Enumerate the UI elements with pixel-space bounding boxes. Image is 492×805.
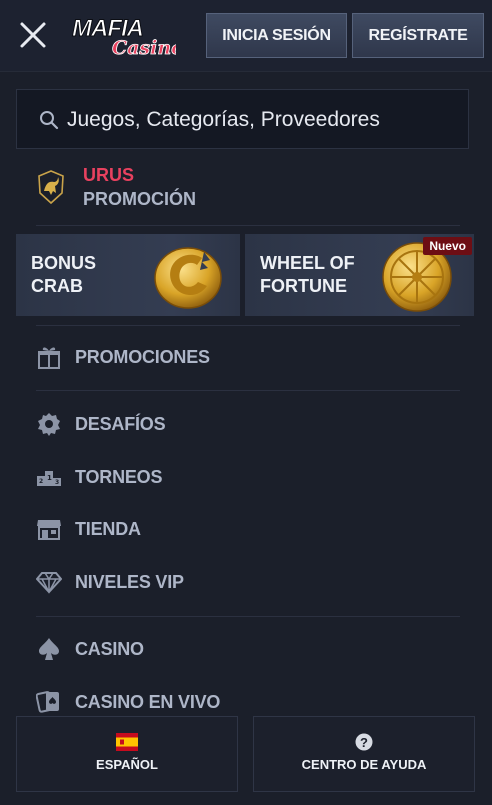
diamond-icon <box>35 569 63 595</box>
tile-label: WHEEL OF FORTUNE <box>260 252 355 298</box>
promo-subtitle: PROMOCIÓN <box>83 189 197 209</box>
help-center-button[interactable]: ? CENTRO DE AYUDA <box>253 716 475 792</box>
divider <box>36 325 460 326</box>
menu-label: CASINO <box>75 638 144 659</box>
login-button[interactable]: INICIA SESIÓN <box>206 13 347 58</box>
top-bar: MAFIA Casino INICIA SESIÓN REGÍSTRATE <box>0 0 492 72</box>
menu-label: CASINO EN VIVO <box>75 691 221 712</box>
svg-text:?: ? <box>360 735 368 750</box>
menu-item-casino-en-vivo[interactable]: CASINO EN VIVO <box>35 685 456 719</box>
search-box <box>16 89 469 149</box>
promo-title: URUS <box>83 165 135 185</box>
menu-item-promociones[interactable]: PROMOCIONES <box>36 340 456 374</box>
menu-item-torneos[interactable]: 1 2 3 TORNEOS <box>36 460 456 494</box>
divider <box>36 225 460 226</box>
menu-label: TIENDA <box>75 518 141 539</box>
gift-icon <box>36 344 62 370</box>
menu-item-desafios[interactable]: DESAFÍOS <box>36 407 456 441</box>
spain-flag-icon <box>116 733 138 756</box>
menu-item-tienda[interactable]: TIENDA <box>36 512 456 546</box>
svg-text:2: 2 <box>39 478 43 485</box>
tile-wheel-of-fortune[interactable]: WHEEL OF FORTUNE Nuevo <box>245 234 474 316</box>
cards-icon <box>35 689 62 715</box>
register-button[interactable]: REGÍSTRATE <box>352 13 484 58</box>
question-icon: ? <box>355 733 373 756</box>
menu-item-niveles-vip[interactable]: NIVELES VIP <box>35 565 456 599</box>
tile-bonus-crab[interactable]: BONUS CRAB <box>16 234 240 316</box>
new-badge: Nuevo <box>423 237 472 255</box>
tile-label: BONUS CRAB <box>31 252 96 298</box>
tile-label-line1: BONUS <box>31 253 97 273</box>
tile-label-line2: CRAB <box>31 276 83 296</box>
svg-text:1: 1 <box>47 474 52 482</box>
close-icon[interactable] <box>18 20 48 50</box>
promo-urus[interactable]: URUS PROMOCIÓN <box>36 163 336 213</box>
menu-label: NIVELES VIP <box>75 571 184 592</box>
menu-label: TORNEOS <box>75 466 163 487</box>
crab-coin-icon <box>150 238 226 317</box>
tile-label-line1: WHEEL OF <box>260 253 355 273</box>
search-icon <box>39 110 59 130</box>
divider <box>36 616 460 617</box>
language-button[interactable]: ESPAÑOL <box>16 716 238 792</box>
divider <box>36 390 460 391</box>
menu-item-casino[interactable]: CASINO <box>36 632 456 666</box>
menu-label: PROMOCIONES <box>75 346 210 367</box>
search-input[interactable] <box>67 100 457 140</box>
store-icon <box>36 516 62 542</box>
svg-text:3: 3 <box>55 479 59 486</box>
mafia-casino-logo[interactable]: MAFIA Casino <box>70 12 185 60</box>
spade-icon <box>36 636 62 662</box>
podium-icon: 1 2 3 <box>36 464 62 490</box>
tile-label-line2: FORTUNE <box>260 276 347 296</box>
svg-text:Casino: Casino <box>112 37 176 58</box>
bull-icon <box>36 169 66 205</box>
menu-label: DESAFÍOS <box>75 413 166 434</box>
language-label: ESPAÑOL <box>96 757 158 772</box>
help-center-label: CENTRO DE AYUDA <box>301 757 427 772</box>
badge-gear-icon <box>36 411 62 437</box>
